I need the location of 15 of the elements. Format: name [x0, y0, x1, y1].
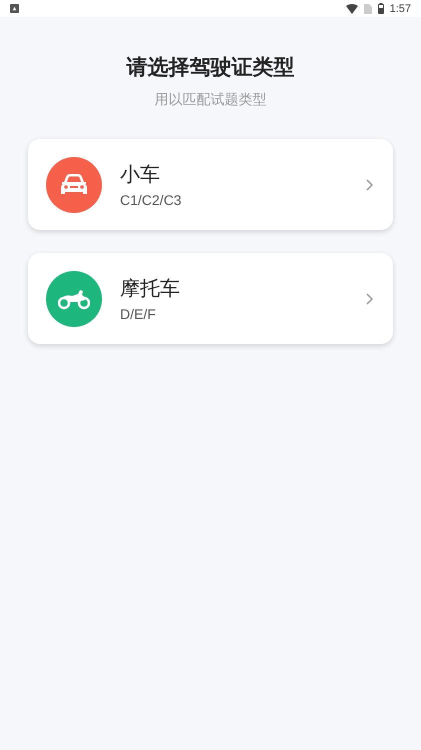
chevron-right-icon — [366, 178, 373, 190]
license-type-card[interactable]: 小车 C1/C2/C3 — [28, 139, 393, 230]
license-type-name: 摩托车 — [120, 275, 181, 302]
license-classes: C1/C2/C3 — [120, 192, 182, 208]
notification-icon — [10, 4, 19, 13]
wifi-icon — [346, 4, 358, 14]
license-classes: D/E/F — [120, 306, 157, 322]
no-sim-icon — [364, 4, 372, 14]
license-type-name: 小车 — [120, 161, 161, 188]
battery-icon — [378, 3, 384, 14]
status-time: 1:57 — [390, 2, 411, 14]
page-subtitle: 用以匹配试题类型 — [154, 91, 268, 109]
chevron-right-icon — [366, 292, 373, 304]
license-type-card[interactable]: 摩托车 D/E/F — [28, 253, 393, 344]
page-title: 请选择驾驶证类型 — [125, 54, 296, 81]
